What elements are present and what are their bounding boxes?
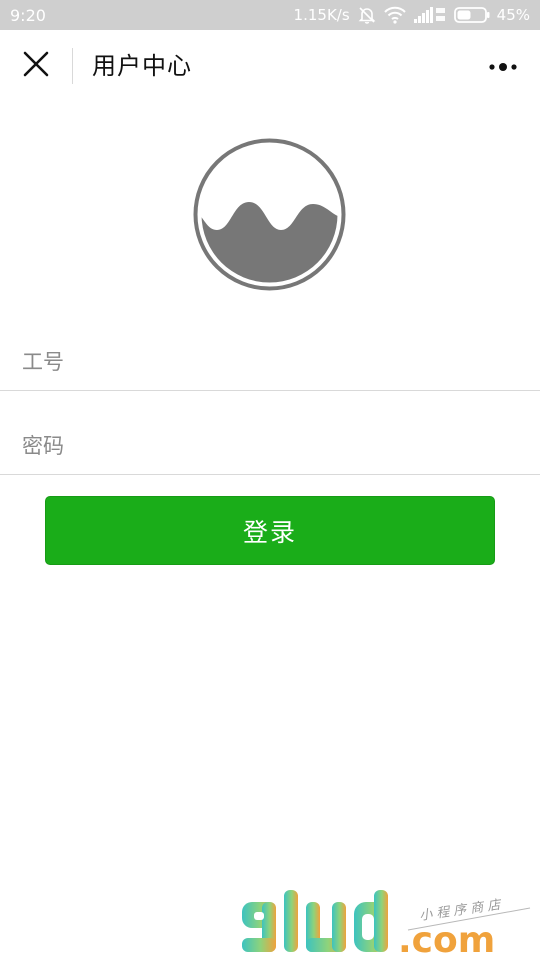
status-time: 9:20 — [10, 6, 46, 25]
password-input[interactable] — [22, 430, 512, 462]
close-icon — [23, 51, 49, 81]
close-button[interactable] — [18, 48, 54, 84]
nav-divider — [72, 48, 73, 84]
page-title: 用户中心 — [92, 52, 192, 80]
wave-circle-logo-icon — [193, 138, 346, 291]
app-logo — [193, 138, 346, 291]
svg-text:.com: .com — [398, 920, 495, 960]
status-bar: 9:20 1.15K/s 45% — [0, 0, 540, 30]
username-input[interactable] — [22, 346, 512, 378]
password-field-row — [0, 416, 540, 475]
mute-bell-icon — [357, 5, 377, 25]
login-button[interactable]: 登录 — [45, 496, 495, 565]
network-speed: 1.15K/s — [293, 6, 350, 24]
wifi-icon — [383, 6, 406, 24]
battery-icon — [453, 6, 490, 24]
more-dots-icon — [488, 57, 520, 76]
battery-percent: 45% — [496, 6, 530, 24]
status-right-group: 1.15K/s 45% — [294, 5, 530, 25]
more-button[interactable] — [486, 52, 522, 80]
username-field-row — [0, 332, 540, 391]
nav-bar: 用户中心 — [0, 30, 540, 102]
watermark-logo: .com 小 程 序 商 店 — [238, 888, 538, 961]
signal-4g-icon — [413, 5, 447, 25]
